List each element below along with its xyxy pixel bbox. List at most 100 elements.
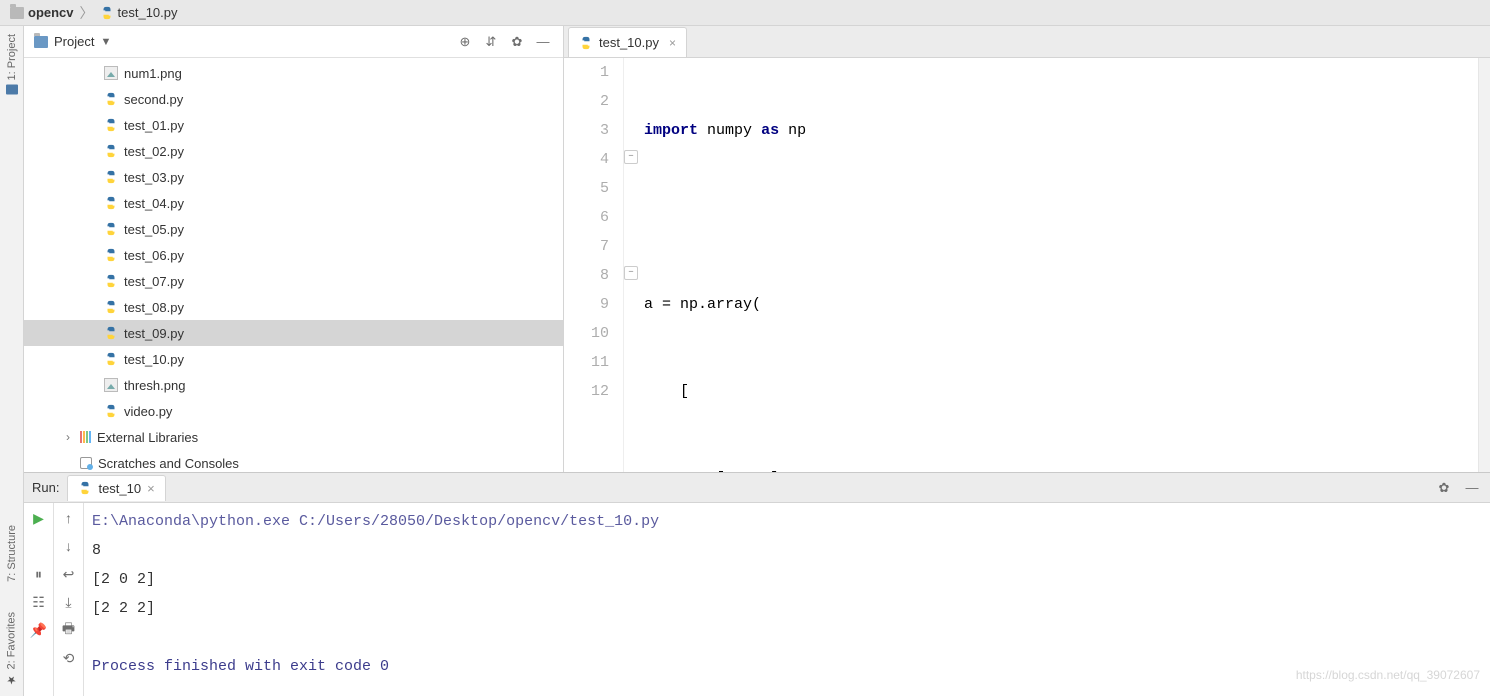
project-panel-header: Project ▼ ⊕ ⇵ ✿ — [24, 26, 563, 58]
tree-item[interactable]: test_03.py [24, 164, 563, 190]
tree-item-label: test_06.py [124, 248, 184, 263]
chevron-down-icon: ▼ [100, 36, 111, 48]
left-tool-gutter: 1: Project [0, 26, 24, 472]
scratches-icon [80, 457, 92, 469]
library-icon [80, 431, 91, 443]
code-area[interactable]: 123456789101112 – – import numpy as np a… [564, 58, 1490, 472]
settings-icon[interactable]: ✿ [507, 32, 527, 52]
code-line: import numpy as np [644, 116, 1478, 145]
python-file-icon [104, 144, 118, 158]
tree-item-label: test_10.py [124, 352, 184, 367]
close-icon[interactable]: × [669, 36, 676, 50]
rerun-icon[interactable]: ▶ [30, 509, 48, 527]
console-line: 8 [92, 536, 1482, 565]
editor-tab[interactable]: test_10.py × [568, 27, 687, 57]
tree-item[interactable]: test_08.py [24, 294, 563, 320]
layout-icon[interactable]: ☷ [30, 593, 48, 611]
sidebar-tab-project-label: 1: Project [6, 34, 18, 80]
editor: test_10.py × 123456789101112 – – import … [564, 26, 1490, 472]
python-file-icon [104, 196, 118, 210]
tree-item[interactable]: test_07.py [24, 268, 563, 294]
tree-item[interactable]: num1.png [24, 60, 563, 86]
python-file-icon [100, 6, 114, 20]
tree-item[interactable]: test_10.py [24, 346, 563, 372]
tree-item[interactable]: test_09.py [24, 320, 563, 346]
tree-item-external-libraries[interactable]: ›External Libraries [24, 424, 563, 450]
fold-gutter: – – [624, 58, 640, 472]
scroll-to-end-icon[interactable]: ⤓ [60, 593, 78, 611]
python-file-icon [104, 248, 118, 262]
soft-wrap-icon[interactable]: ↩ [60, 565, 78, 583]
stop-icon[interactable] [30, 537, 48, 555]
fold-marker-close-icon[interactable]: – [624, 266, 638, 280]
locate-icon[interactable]: ⊕ [455, 32, 475, 52]
up-icon[interactable]: ↑ [60, 509, 78, 527]
editor-tabs: test_10.py × [564, 26, 1490, 58]
run-header: Run: test_10 × ✿ — [24, 473, 1490, 503]
breadcrumb-root[interactable]: opencv [10, 5, 74, 20]
project-panel-title[interactable]: Project ▼ [34, 34, 111, 49]
python-file-icon [579, 36, 593, 50]
python-file-icon [104, 274, 118, 288]
console-line: [2 2 2] [92, 594, 1482, 623]
breadcrumb-file-label: test_10.py [118, 5, 178, 20]
tree-item-scratches[interactable]: Scratches and Consoles [24, 450, 563, 472]
code-line: [1,2,3], [644, 464, 1478, 472]
run-body: ▶ ⏸ ☷ 📌 ↑ ↓ ↩ ⤓ 🖶 ⟲ E:\Anaconda\python.e… [24, 503, 1490, 696]
fold-marker-open-icon[interactable]: – [624, 150, 638, 164]
tree-item-label: video.py [124, 404, 172, 419]
tree-item[interactable]: test_06.py [24, 242, 563, 268]
tree-item[interactable]: test_05.py [24, 216, 563, 242]
down-icon[interactable]: ↓ [60, 537, 78, 555]
pause-icon[interactable]: ⏸ [30, 565, 48, 583]
breadcrumb-file[interactable]: test_10.py [100, 5, 178, 20]
watermark: https://blog.csdn.net/qq_39072607 [1296, 661, 1480, 690]
hide-icon[interactable]: — [533, 32, 553, 52]
tree-item-label: test_02.py [124, 144, 184, 159]
python-file-icon [104, 222, 118, 236]
console-exit-message: Process finished with exit code 0 [92, 652, 1482, 681]
tree-item-label: thresh.png [124, 378, 185, 393]
line-number-gutter: 123456789101112 [564, 58, 624, 472]
code-lines[interactable]: import numpy as np a = np.array( [ [1,2,… [640, 58, 1478, 472]
print-icon[interactable]: 🖶 [60, 621, 78, 639]
sidebar-tab-project[interactable]: 1: Project [6, 34, 18, 94]
close-icon[interactable]: × [147, 481, 155, 496]
run-label: Run: [32, 480, 59, 495]
editor-tab-label: test_10.py [599, 35, 659, 50]
python-file-icon [104, 118, 118, 132]
image-file-icon [104, 378, 118, 392]
sidebar-tab-structure[interactable]: 7: Structure [6, 525, 18, 582]
hide-icon[interactable]: — [1462, 478, 1482, 498]
tree-item[interactable]: second.py [24, 86, 563, 112]
tree-item[interactable]: thresh.png [24, 372, 563, 398]
tree-item[interactable]: test_01.py [24, 112, 563, 138]
python-file-icon [104, 170, 118, 184]
tree-item[interactable]: test_04.py [24, 190, 563, 216]
tree-item[interactable]: video.py [24, 398, 563, 424]
tree-item-label: test_09.py [124, 326, 184, 341]
tree-item-label: test_01.py [124, 118, 184, 133]
error-stripe[interactable] [1478, 58, 1490, 472]
tree-item-label: second.py [124, 92, 183, 107]
left-tool-gutter-bottom: 7: Structure ★2: Favorites [0, 472, 24, 696]
tree-item[interactable]: test_02.py [24, 138, 563, 164]
code-line [644, 203, 1478, 232]
project-icon [6, 84, 18, 94]
project-tree[interactable]: num1.png second.py test_01.py test_02.pytes… [24, 58, 563, 472]
console-output[interactable]: E:\Anaconda\python.exe C:/Users/28050/De… [84, 503, 1490, 696]
pin-icon[interactable]: 📌 [30, 621, 48, 639]
breadcrumb-root-label: opencv [28, 5, 74, 20]
sidebar-tab-favorites[interactable]: ★2: Favorites [5, 612, 18, 686]
python-file-icon [104, 92, 118, 106]
console-command: E:\Anaconda\python.exe C:/Users/28050/De… [92, 507, 1482, 536]
python-file-icon [104, 404, 118, 418]
python-file-icon [104, 326, 118, 340]
chevron-right-icon: › [62, 430, 74, 444]
settings-icon[interactable]: ✿ [1434, 478, 1454, 498]
clear-icon[interactable]: ⟲ [60, 649, 78, 667]
run-config-tab[interactable]: test_10 × [67, 475, 165, 501]
collapse-all-icon[interactable]: ⇵ [481, 32, 501, 52]
tree-item-label: num1.png [124, 66, 182, 81]
project-tool-window: Project ▼ ⊕ ⇵ ✿ — num1.png second.py test_… [24, 26, 564, 472]
